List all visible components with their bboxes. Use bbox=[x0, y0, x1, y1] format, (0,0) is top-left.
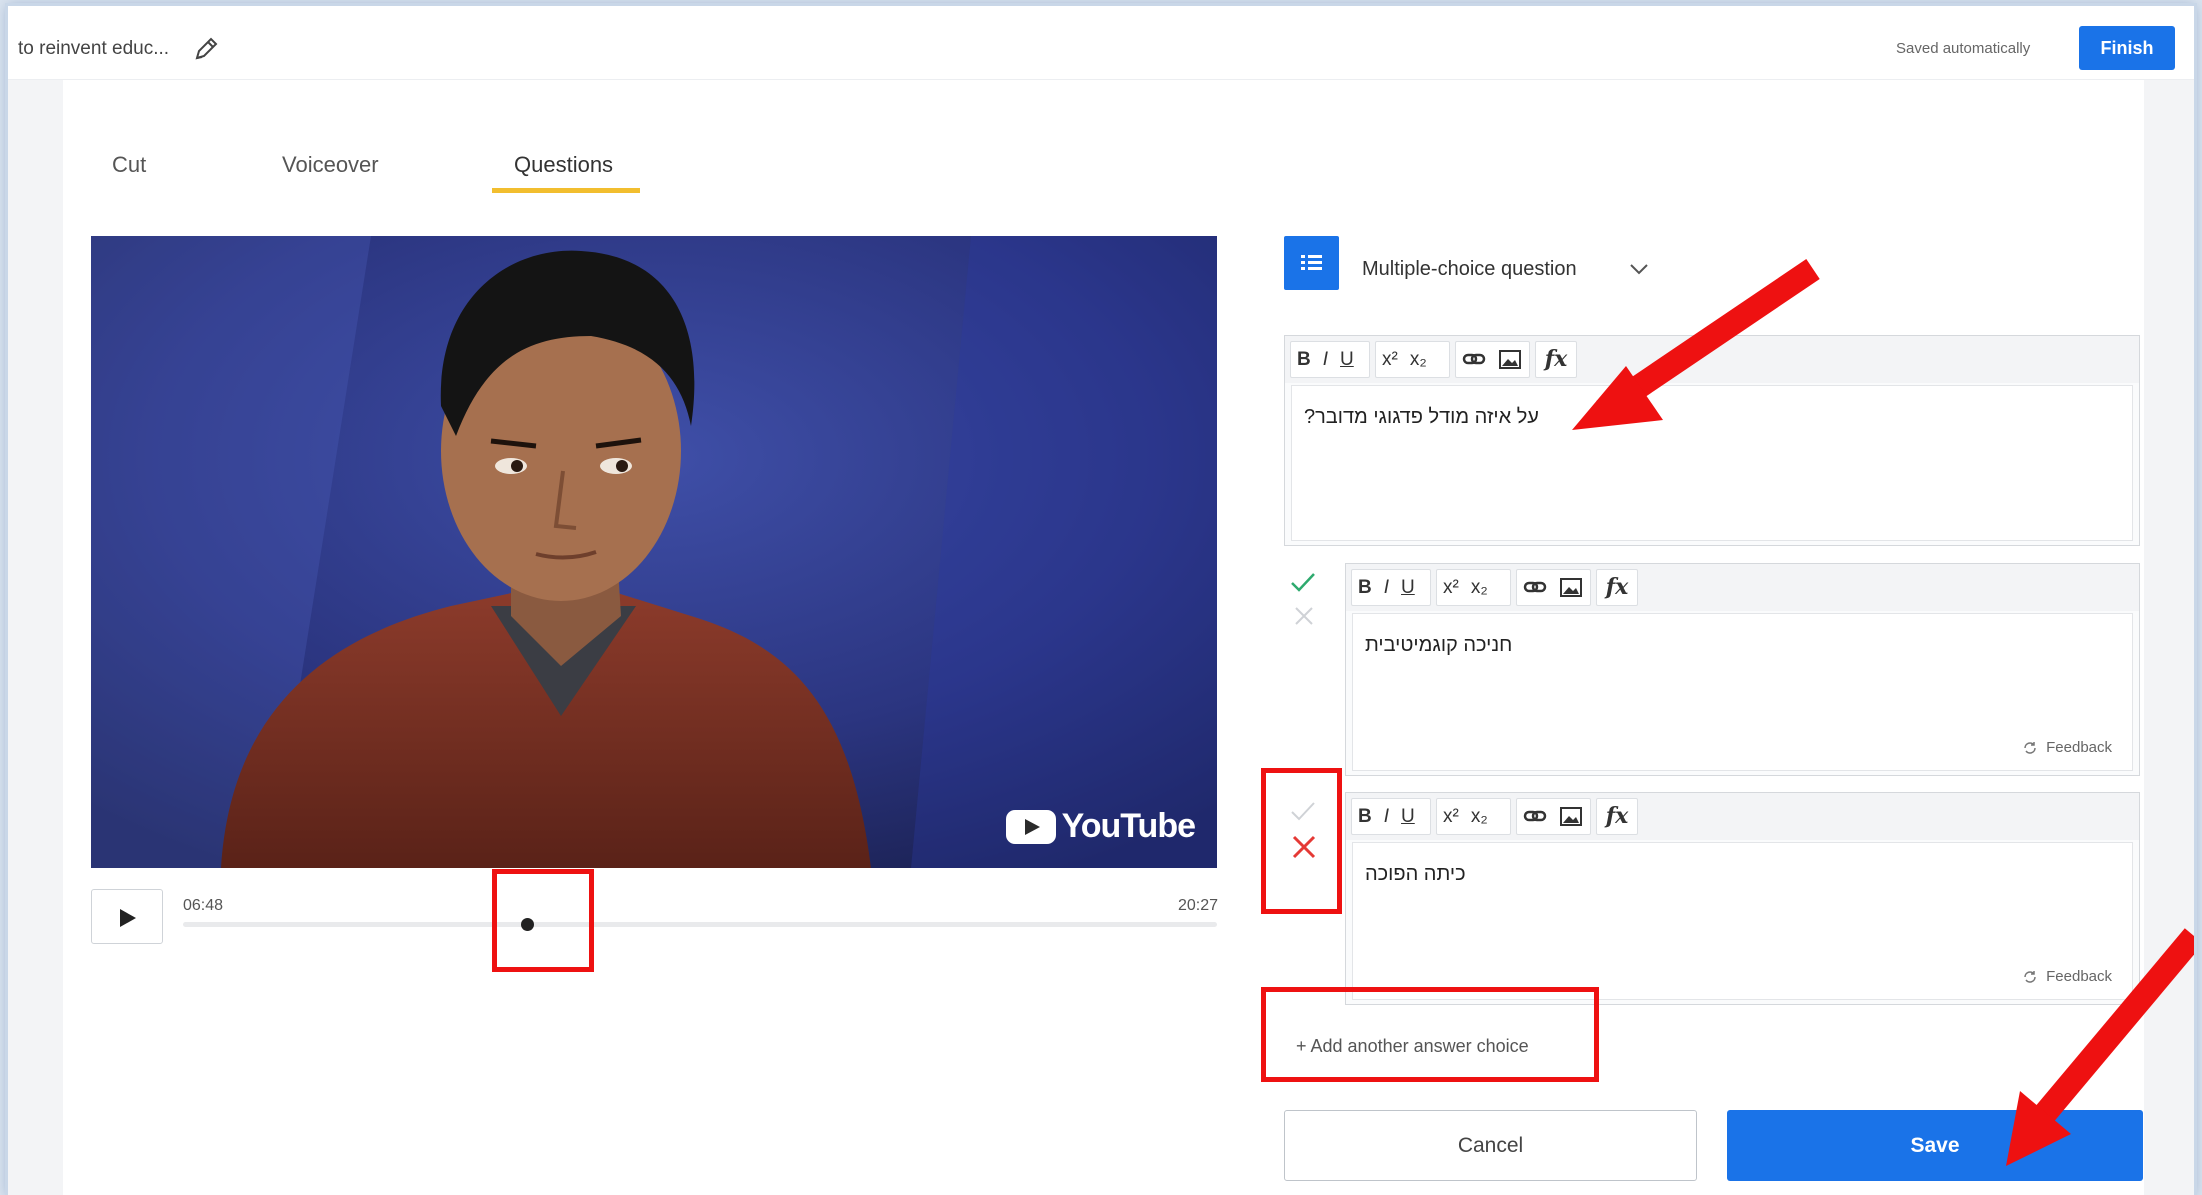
annotation-arrow-save bbox=[2006, 928, 2194, 1166]
annotation-arrows bbox=[1572, 259, 2194, 1166]
annotation-arrow-question bbox=[1572, 259, 1820, 430]
app-window: to reinvent educ... Saved automatically … bbox=[8, 6, 2194, 1195]
